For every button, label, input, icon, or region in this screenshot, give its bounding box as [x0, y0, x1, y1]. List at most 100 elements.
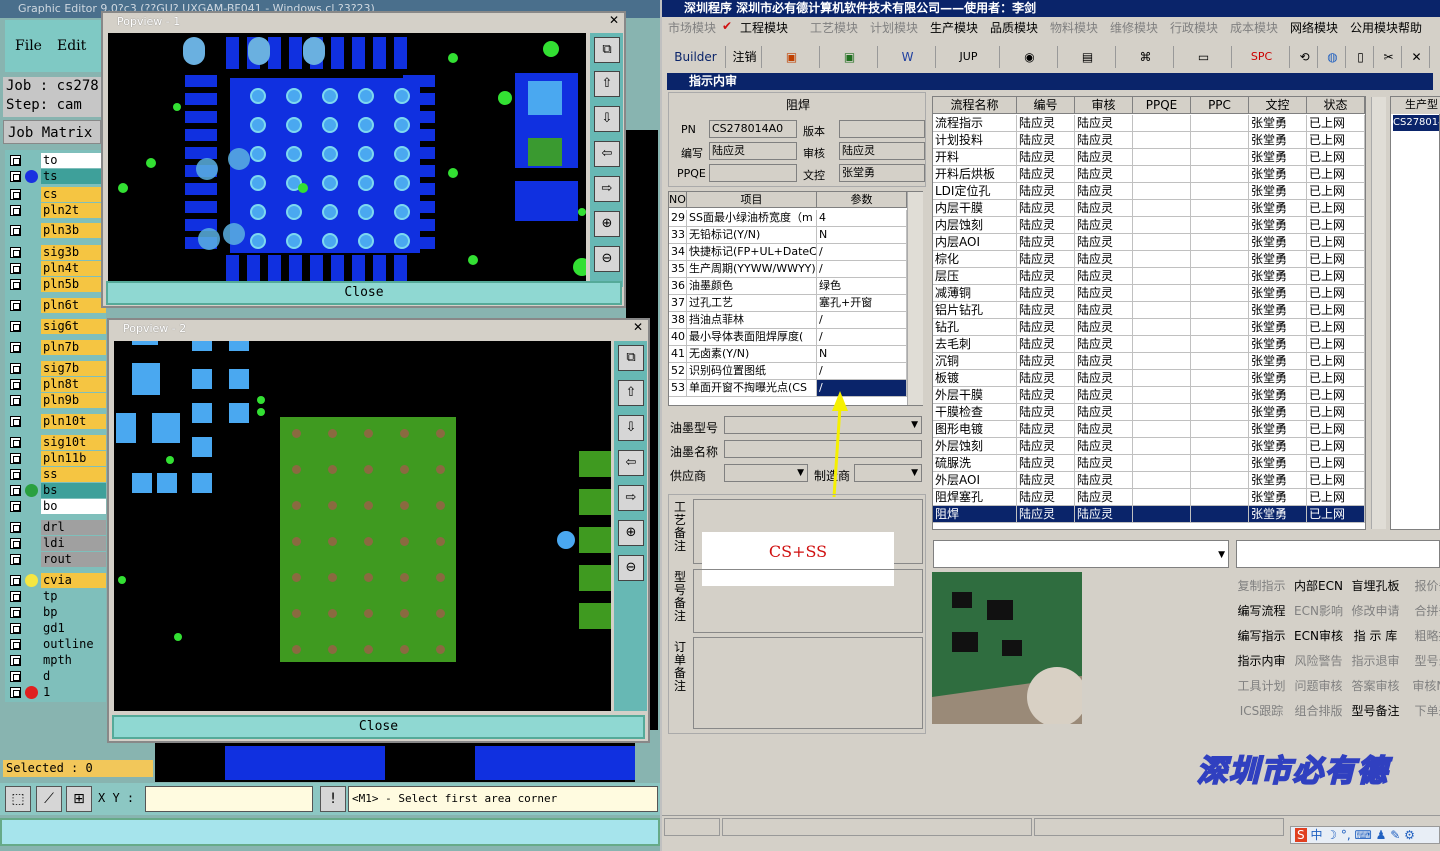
menu-file[interactable]: File — [15, 38, 42, 54]
zoom-in-icon[interactable]: ⊕ — [618, 520, 644, 546]
function-button[interactable]: 审核No — [1405, 676, 1440, 697]
flow-cell[interactable]: 陆应灵 — [1075, 336, 1133, 353]
layer-row[interactable]: pln9b — [5, 393, 106, 408]
layer-row[interactable]: to — [5, 153, 106, 168]
function-button[interactable]: 组合排版 — [1291, 701, 1346, 722]
flow-cell[interactable]: 张堂勇 — [1249, 285, 1307, 302]
flow-cell[interactable]: 陆应灵 — [1017, 319, 1075, 336]
pan-up-icon[interactable]: ⇧ — [594, 71, 620, 97]
flow-cell[interactable]: 陆应灵 — [1017, 489, 1075, 506]
function-button[interactable]: 修改申请 — [1348, 601, 1403, 622]
flow-cell[interactable]: 陆应灵 — [1017, 285, 1075, 302]
function-button[interactable]: 答案审核 — [1348, 676, 1403, 697]
flow-cell[interactable] — [1191, 217, 1249, 234]
layer-row[interactable]: ss — [5, 467, 106, 482]
layer-checkbox[interactable] — [10, 453, 21, 464]
layer-checkbox[interactable] — [10, 279, 21, 290]
layer-checkbox[interactable] — [10, 485, 21, 496]
layer-checkbox[interactable] — [10, 607, 21, 618]
flow-header[interactable]: 状态 — [1307, 97, 1365, 114]
flow-cell[interactable] — [1191, 132, 1249, 149]
flow-cell[interactable]: 陆应灵 — [1017, 404, 1075, 421]
function-button[interactable]: 粗略拼 — [1405, 626, 1440, 647]
menu-6[interactable]: 物料模块 — [1050, 19, 1098, 36]
params-cell[interactable]: N — [817, 346, 907, 363]
flow-cell[interactable]: 铝片钻孔 — [933, 302, 1017, 319]
document-icon[interactable]: ▯ — [1348, 46, 1374, 68]
params-cell[interactable]: / — [817, 261, 907, 278]
flow-cell[interactable]: 陆应灵 — [1017, 132, 1075, 149]
flow-cell[interactable] — [1191, 285, 1249, 302]
flow-cell[interactable]: 外层AOI — [933, 472, 1017, 489]
flow-cell[interactable]: 张堂勇 — [1249, 506, 1307, 523]
pan-right-icon[interactable]: ⇨ — [618, 485, 644, 511]
flow-cell[interactable]: 计划投料 — [933, 132, 1017, 149]
flow-header[interactable]: PPC — [1191, 97, 1249, 114]
flow-cell[interactable] — [1133, 285, 1191, 302]
code-field[interactable]: 陆应灵 — [709, 142, 797, 160]
function-button[interactable]: 工具计划 — [1234, 676, 1289, 697]
flow-cell[interactable]: 已上网 — [1307, 200, 1365, 217]
flow-cell[interactable]: 陆应灵 — [1017, 200, 1075, 217]
function-button[interactable]: 编写流程 — [1234, 601, 1289, 622]
layer-checkbox[interactable] — [10, 342, 21, 353]
refresh-icon[interactable]: ⟲ — [1292, 46, 1318, 68]
report-icon[interactable]: ▣ — [764, 46, 820, 68]
flow-cell[interactable]: 陆应灵 — [1017, 353, 1075, 370]
ime-mode[interactable]: 中 — [1310, 828, 1322, 842]
flow-cell[interactable] — [1133, 438, 1191, 455]
menu-7[interactable]: 维修模块 — [1110, 19, 1158, 36]
flow-cell[interactable]: 陆应灵 — [1017, 115, 1075, 132]
flow-cell[interactable]: 减薄铜 — [933, 285, 1017, 302]
flow-cell[interactable]: 已上网 — [1307, 183, 1365, 200]
logout-button[interactable]: 注销 — [728, 46, 762, 68]
flow-cell[interactable]: 已上网 — [1307, 472, 1365, 489]
pan-left-icon[interactable]: ⇦ — [618, 450, 644, 476]
flow-scrollbar[interactable] — [1371, 97, 1386, 529]
flow-cell[interactable] — [1191, 506, 1249, 523]
flow-cell[interactable]: 去毛刺 — [933, 336, 1017, 353]
layer-row[interactable]: pln3b — [5, 223, 106, 238]
flow-cell[interactable] — [1191, 234, 1249, 251]
layer-row[interactable]: sig10t — [5, 435, 106, 450]
function-button[interactable]: 复制指示 — [1234, 576, 1289, 597]
layer-row[interactable]: drl — [5, 520, 106, 535]
flow-cell[interactable] — [1133, 353, 1191, 370]
layer-checkbox[interactable] — [10, 247, 21, 258]
flow-cell[interactable]: 阻焊 — [933, 506, 1017, 523]
layer-checkbox[interactable] — [10, 395, 21, 406]
flow-cell[interactable] — [1191, 251, 1249, 268]
flow-cell[interactable]: 张堂勇 — [1249, 166, 1307, 183]
flow-cell[interactable]: 陆应灵 — [1017, 506, 1075, 523]
network-icon[interactable]: ⌘ — [1118, 46, 1174, 68]
function-button[interactable]: 下单差 — [1405, 701, 1440, 722]
flow-cell[interactable]: 钻孔 — [933, 319, 1017, 336]
flow-cell[interactable] — [1133, 115, 1191, 132]
flow-cell[interactable]: 陆应灵 — [1017, 302, 1075, 319]
builder-button[interactable]: Builder — [666, 46, 726, 68]
flow-cell[interactable] — [1191, 183, 1249, 200]
popview-1-close-button[interactable]: Close — [106, 281, 622, 305]
flow-cell[interactable] — [1191, 353, 1249, 370]
flow-cell[interactable] — [1133, 200, 1191, 217]
alert-icon[interactable]: ! — [320, 786, 346, 812]
zoom-area-icon[interactable]: ⬚ — [5, 786, 31, 812]
menu-8[interactable]: 行政模块 — [1170, 19, 1218, 36]
function-button[interactable]: 指示内审 — [1234, 651, 1289, 672]
layer-row[interactable]: rout — [5, 552, 106, 567]
flow-header[interactable]: 文控 — [1249, 97, 1307, 114]
flow-cell[interactable]: 张堂勇 — [1249, 370, 1307, 387]
flow-cell[interactable]: 已上网 — [1307, 319, 1365, 336]
flow-cell[interactable]: 流程指示 — [933, 115, 1017, 132]
pan-left-icon[interactable]: ⇦ — [594, 141, 620, 167]
layer-row[interactable]: 1 — [5, 685, 106, 700]
params-cell[interactable]: 油墨颜色 — [687, 278, 817, 295]
flow-cell[interactable]: 陆应灵 — [1075, 132, 1133, 149]
supplier-select[interactable]: ▼ — [724, 464, 808, 482]
params-cell[interactable]: 34 — [669, 244, 687, 261]
layer-row[interactable]: gd1 — [5, 621, 106, 636]
params-cell[interactable]: 无铅标记(Y/N) — [687, 227, 817, 244]
flow-cell[interactable]: 张堂勇 — [1249, 115, 1307, 132]
flow-cell[interactable]: 陆应灵 — [1017, 217, 1075, 234]
excel-icon[interactable]: ▣ — [822, 46, 878, 68]
